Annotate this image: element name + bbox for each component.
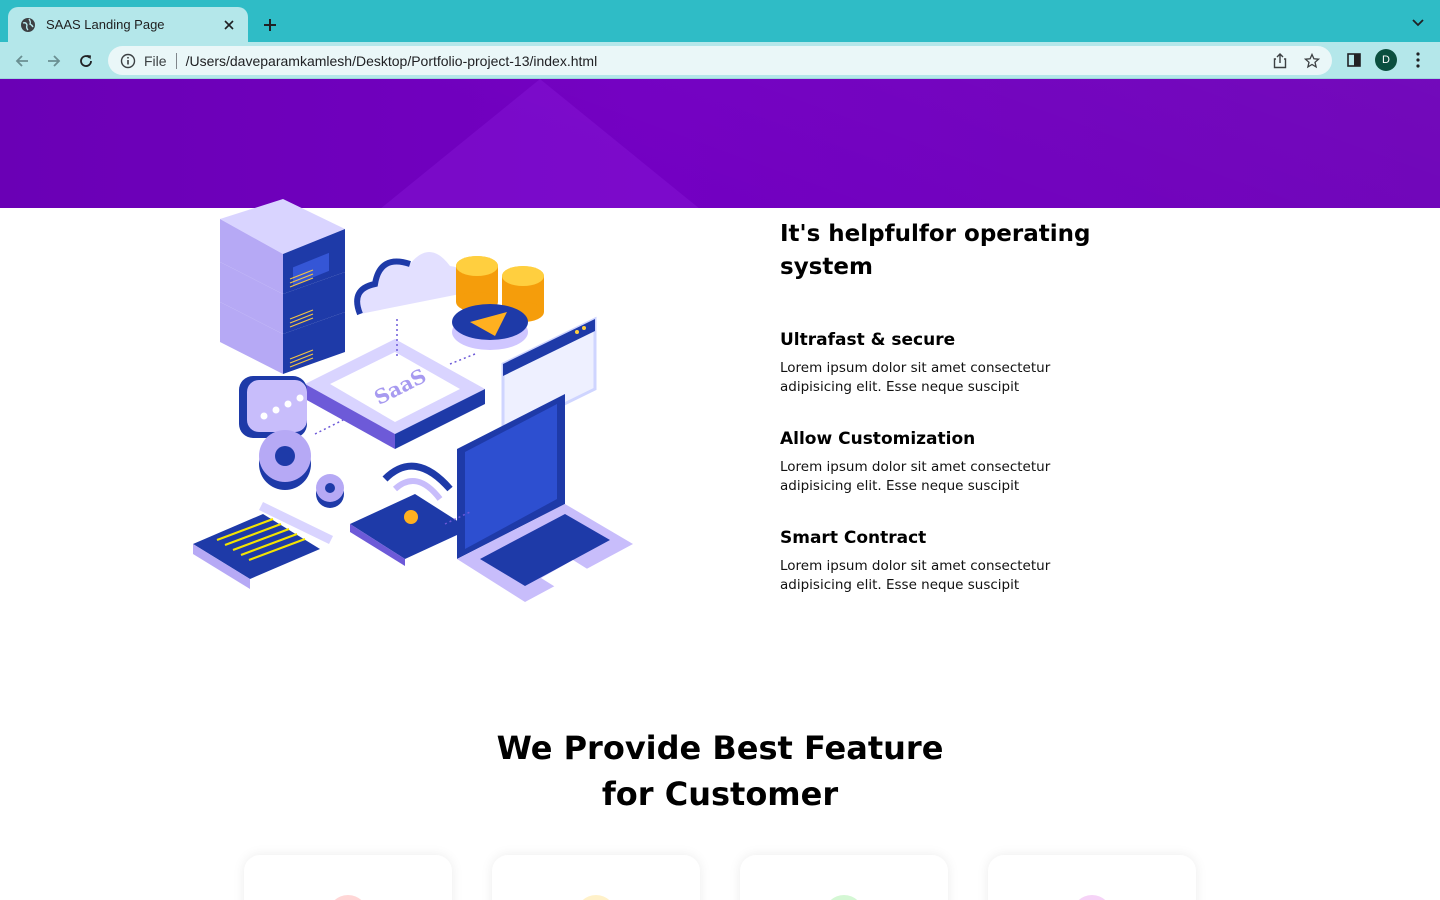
globe-icon [20,17,36,33]
feature-card-icon [1072,895,1112,900]
gear-icon [259,430,344,508]
feature-text: Lorem ipsum dolor sit amet consectetur a… [780,558,1051,593]
server-stack-icon [220,199,345,374]
kebab-menu-icon[interactable] [1408,49,1428,71]
feature-card[interactable] [492,855,700,900]
feature-card-icon [328,895,368,900]
chat-bubble-icon [239,376,307,438]
section-title-line-2: for Customer [601,775,839,813]
feature-card[interactable] [740,855,948,900]
section-title-line-1: We Provide Best Feature [496,729,944,767]
browser-tab-strip: SAAS Landing Page [0,0,1440,42]
feature-title: Allow Customization [780,429,976,449]
plus-icon[interactable] [258,13,282,37]
address-bar[interactable]: File /Users/daveparamkamlesh/Desktop/Por… [108,46,1332,75]
play-chip-icon [452,304,528,350]
chevron-down-icon[interactable] [1408,13,1428,33]
info-icon[interactable] [120,53,136,69]
forward-arrow-icon[interactable] [41,48,67,74]
feature-item: Ultrafast & secure Lorem ipsum dolor sit… [780,328,1100,397]
address-scheme: File [144,52,167,69]
wifi-phone-icon [350,462,470,566]
web-page: SaaS It's helpfulfor operating system Ul… [0,79,1440,900]
feature-text: Lorem ipsum dolor sit amet consectetur a… [780,360,1051,395]
feature-card[interactable] [244,855,452,900]
close-icon[interactable] [220,16,238,34]
section-title: We Provide Best Feature for Customer [0,725,1440,817]
tab-title: SAAS Landing Page [46,17,165,32]
feature-item: Allow Customization Lorem ipsum dolor si… [780,427,1100,496]
share-icon[interactable] [1270,51,1290,71]
notepad-icon [193,502,333,589]
saas-illustration: SaaS [193,199,633,602]
feature-text: Lorem ipsum dolor sit amet consectetur a… [780,459,1051,494]
feature-card-icon [824,895,864,900]
feature-card[interactable] [988,855,1196,900]
cloud-icon [354,251,466,316]
browser-tab[interactable]: SAAS Landing Page [8,7,248,42]
reload-icon[interactable] [73,48,99,74]
side-panel-icon[interactable] [1344,50,1364,70]
feature-cards [0,855,1440,900]
back-arrow-icon[interactable] [9,48,35,74]
feature-item: Smart Contract Lorem ipsum dolor sit ame… [780,526,1100,595]
feature-card-icon [576,895,616,900]
address-url[interactable]: /Users/daveparamkamlesh/Desktop/Portfoli… [186,53,1258,69]
feature-title: Ultrafast & secure [780,330,956,350]
info-heading: It's helpfulfor operating system [780,221,1091,280]
address-separator [175,52,177,69]
feature-title: Smart Contract [780,528,927,548]
features-column: It's helpfulfor operating system Ultrafa… [780,218,1100,595]
laptop-icon [457,394,633,602]
hero-band [0,79,1440,208]
browser-toolbar: File /Users/daveparamkamlesh/Desktop/Por… [0,42,1440,79]
profile-avatar[interactable]: D [1375,49,1397,71]
hero-decor-sheen [0,79,1440,208]
star-icon[interactable] [1302,51,1322,71]
